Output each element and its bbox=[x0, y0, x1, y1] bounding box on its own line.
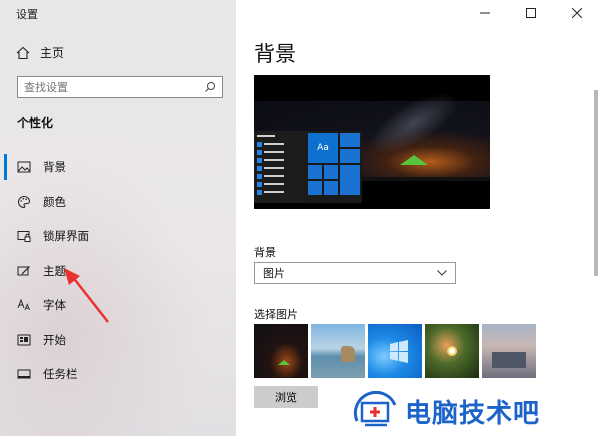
sidebar-item-label: 开始 bbox=[43, 332, 66, 347]
background-type-value: 图片 bbox=[263, 267, 285, 280]
watermark-text: 电脑技术吧 bbox=[405, 398, 541, 429]
scrollbar[interactable] bbox=[592, 30, 600, 436]
picture-thumbnail[interactable] bbox=[425, 324, 479, 378]
sidebar: 设置 主页 个性化 背景 bbox=[0, 0, 236, 436]
choose-picture-label: 选择图片 bbox=[254, 308, 298, 321]
close-button[interactable] bbox=[554, 0, 600, 26]
preview-start-menu bbox=[254, 131, 306, 203]
minimize-icon bbox=[480, 12, 490, 14]
preview-tile-text: Aa bbox=[308, 133, 338, 163]
search-input[interactable] bbox=[24, 80, 204, 94]
browse-button[interactable]: 浏览 bbox=[254, 386, 318, 408]
picture-thumbnails bbox=[254, 324, 536, 378]
preview-tiles: Aa bbox=[306, 131, 362, 203]
background-preview: Aa bbox=[254, 75, 490, 209]
sidebar-item-colors[interactable]: 颜色 bbox=[0, 185, 236, 220]
picture-thumbnail[interactable] bbox=[254, 324, 308, 378]
theme-brush-icon bbox=[17, 265, 30, 276]
picture-thumbnail[interactable] bbox=[311, 324, 365, 378]
main-pane: 背景 Aa 背景 图片 选择图片 浏览 bbox=[236, 0, 600, 436]
close-icon bbox=[572, 8, 582, 18]
sidebar-home[interactable]: 主页 bbox=[16, 44, 64, 61]
minimize-button[interactable] bbox=[462, 0, 508, 26]
section-heading: 个性化 bbox=[17, 116, 54, 130]
maximize-button[interactable] bbox=[508, 0, 554, 26]
sidebar-item-label: 背景 bbox=[43, 160, 66, 175]
settings-window: 设置 主页 个性化 背景 bbox=[0, 0, 600, 436]
chevron-down-icon bbox=[437, 270, 447, 276]
sidebar-home-label: 主页 bbox=[40, 46, 65, 60]
sidebar-item-background[interactable]: 背景 bbox=[0, 150, 236, 185]
watermark-logo-icon bbox=[353, 391, 397, 427]
lock-screen-icon bbox=[17, 231, 31, 243]
picture-icon bbox=[17, 161, 31, 173]
page-title: 背景 bbox=[254, 42, 296, 66]
sidebar-item-lock-screen[interactable]: 锁屏界面 bbox=[0, 219, 236, 254]
window-title: 设置 bbox=[16, 8, 38, 21]
font-icon bbox=[17, 298, 30, 311]
annotation-arrow-icon bbox=[64, 268, 109, 323]
scrollbar-thumb[interactable] bbox=[594, 90, 598, 276]
watermark: 电脑技术吧 bbox=[353, 386, 600, 436]
taskbar-icon bbox=[17, 369, 31, 379]
palette-icon bbox=[18, 195, 31, 208]
sidebar-item-label: 任务栏 bbox=[43, 367, 78, 382]
search-icon bbox=[205, 82, 215, 92]
title-bar bbox=[462, 0, 600, 26]
picture-thumbnail[interactable] bbox=[368, 324, 422, 378]
background-type-select[interactable]: 图片 bbox=[254, 262, 456, 284]
start-icon bbox=[17, 334, 31, 346]
sidebar-item-start[interactable]: 开始 bbox=[0, 323, 236, 358]
home-icon bbox=[16, 46, 30, 59]
sidebar-item-label: 锁屏界面 bbox=[43, 229, 89, 244]
picture-thumbnail[interactable] bbox=[482, 324, 536, 378]
sidebar-item-taskbar[interactable]: 任务栏 bbox=[0, 357, 236, 392]
sidebar-item-label: 颜色 bbox=[43, 194, 66, 209]
search-box[interactable] bbox=[17, 76, 223, 98]
maximize-icon bbox=[526, 8, 536, 18]
background-type-label: 背景 bbox=[254, 246, 276, 259]
